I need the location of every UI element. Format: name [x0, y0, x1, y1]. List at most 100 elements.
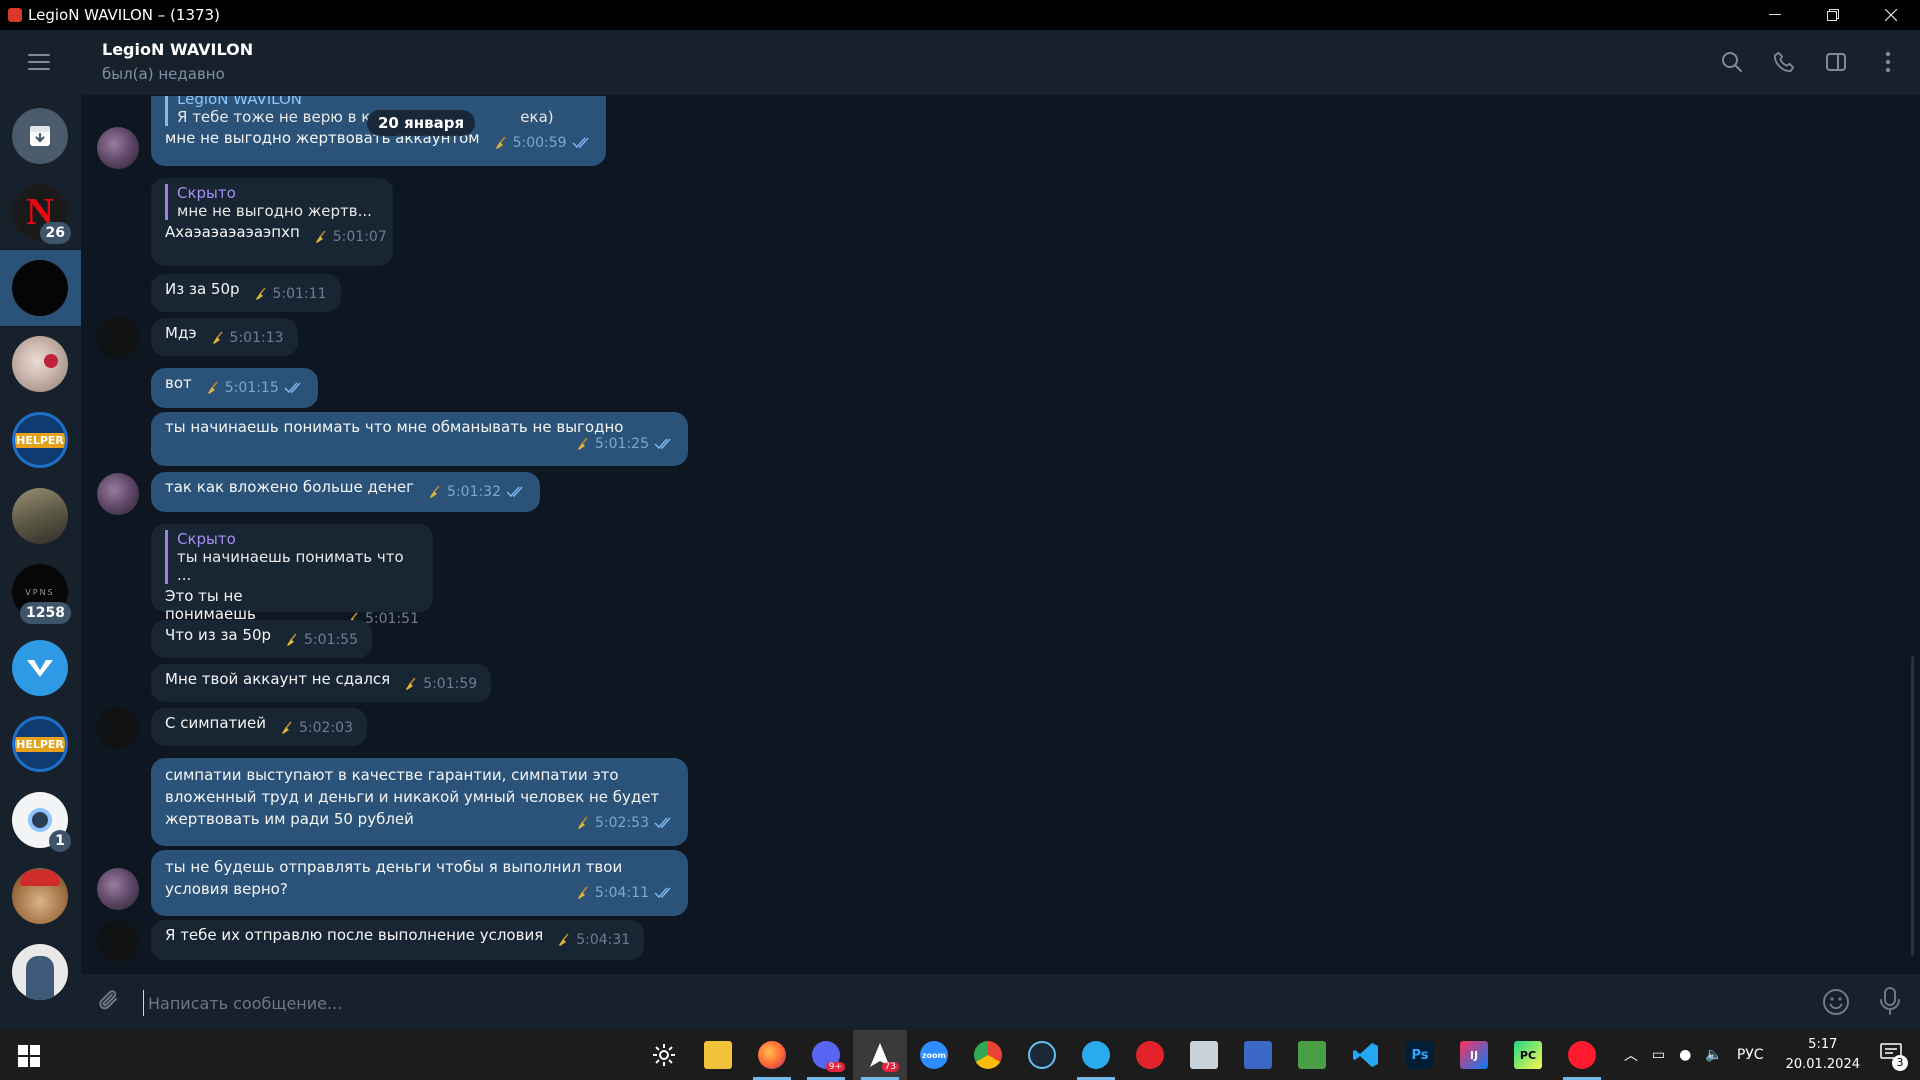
message-outgoing[interactable]: симпатии выступают в качестве гарантии, …	[151, 758, 688, 846]
taskbar-translate[interactable]	[1285, 1030, 1339, 1080]
emoji-button[interactable]	[1822, 988, 1850, 1020]
message-time: 5:01:25	[595, 436, 649, 452]
message-text: так как вложено больше денег	[165, 478, 415, 496]
chat-header: LegioN WAVILON был(а) недавно	[81, 30, 1920, 96]
chat-item-vpns[interactable]: VPNS 1258	[0, 554, 81, 630]
broom-emoji-icon	[578, 886, 588, 899]
message-incoming[interactable]: Что из за 50р 5:01:55	[151, 620, 372, 658]
message-incoming[interactable]: Скрыто мне не выгодно жертв... Ахаэаэаэа…	[151, 178, 393, 266]
broom-emoji-icon	[212, 331, 223, 344]
avatar[interactable]	[97, 473, 139, 515]
message-text: Это ты не понимаешь	[165, 587, 256, 623]
search-button[interactable]	[1718, 48, 1746, 76]
taskbar-vscode[interactable]	[1339, 1030, 1393, 1080]
message-incoming[interactable]: Мне твой аккаунт не сдался 5:01:59	[151, 664, 492, 702]
chrome-icon	[974, 1041, 1002, 1069]
avatar[interactable]	[97, 920, 139, 962]
system-tray: ︿ ▭ ● 🔈 РУС 5:17 20.01.2024 3	[1610, 1030, 1920, 1080]
message-text: ты начинаешь понимать что мне обманывать…	[165, 418, 624, 436]
chat-item-helper-2[interactable]: HELPER	[0, 706, 81, 782]
avatar[interactable]	[97, 127, 139, 169]
message-incoming[interactable]: С симпатией 5:02:03	[151, 708, 367, 746]
chat-item-cat[interactable]	[0, 326, 81, 402]
notification-center-button[interactable]: 3	[1880, 1043, 1908, 1071]
acrobat-icon	[1136, 1041, 1164, 1069]
unread-badge: 26	[39, 222, 71, 244]
taskbar-pycharm[interactable]: PC	[1501, 1030, 1555, 1080]
search-icon	[1722, 52, 1742, 72]
message-input[interactable]	[143, 990, 1643, 1016]
attach-button[interactable]	[97, 988, 123, 1018]
taskbar-explorer[interactable]	[691, 1030, 745, 1080]
chat-item-vk[interactable]	[0, 630, 81, 706]
minimize-button[interactable]	[1746, 0, 1804, 30]
chevron-up-icon[interactable]: ︿	[1624, 1045, 1638, 1065]
taskbar-network[interactable]	[1231, 1030, 1285, 1080]
message-incoming[interactable]: Мдэ 5:01:13	[151, 318, 298, 356]
clock-time: 5:17	[1808, 1037, 1838, 1052]
scrollbar[interactable]	[1911, 656, 1914, 956]
more-button[interactable]	[1874, 48, 1902, 76]
taskbar-opera[interactable]	[1555, 1030, 1609, 1080]
start-button[interactable]	[18, 1045, 40, 1071]
chat-item-helper[interactable]: HELPER	[0, 402, 81, 478]
chat-item-figure[interactable]	[0, 934, 81, 1010]
taskbar-chrome[interactable]	[961, 1030, 1015, 1080]
restore-button[interactable]	[1804, 0, 1862, 30]
chat-item-netflix[interactable]: N 26	[0, 174, 81, 250]
message-incoming[interactable]: Из за 50р 5:01:11	[151, 274, 341, 312]
taskbar-intellij[interactable]: IJ	[1447, 1030, 1501, 1080]
avatar[interactable]	[97, 868, 139, 910]
avatar	[12, 944, 68, 1000]
avatar[interactable]	[97, 317, 139, 359]
vk-logo-icon	[27, 660, 53, 677]
message-time: 5:01:15	[224, 380, 279, 396]
chat-item-bot[interactable]: 1	[0, 782, 81, 858]
taskbar-firefox[interactable]	[745, 1030, 799, 1080]
message-input-bar	[81, 974, 1920, 1030]
chat-item-archive[interactable]	[0, 98, 81, 174]
message-outgoing[interactable]: ты начинаешь понимать что мне обманывать…	[151, 412, 688, 466]
reply-quote[interactable]: Скрыто мне не выгодно жертв...	[165, 184, 379, 220]
sidebar-toggle-button[interactable]	[1822, 48, 1850, 76]
volume-icon[interactable]: 🔈	[1705, 1047, 1722, 1063]
avatar	[12, 868, 68, 924]
translate-icon	[1298, 1041, 1326, 1069]
close-window-button[interactable]	[1862, 0, 1920, 30]
taskbar-photoshop[interactable]: Ps	[1393, 1030, 1447, 1080]
call-button[interactable]	[1770, 48, 1798, 76]
clock[interactable]: 5:17 20.01.2024	[1786, 1035, 1860, 1075]
taskbar-monitor[interactable]	[1177, 1030, 1231, 1080]
message-incoming[interactable]: Скрыто ты начинаешь понимать что ... Это…	[151, 524, 433, 627]
double-check-icon	[654, 817, 671, 829]
network-status-icon[interactable]: ▭	[1652, 1047, 1665, 1063]
broom-emoji-icon	[255, 287, 266, 300]
message-outgoing[interactable]: ты не будешь отправлять деньги чтобы я в…	[151, 850, 688, 916]
chat-item-monkey[interactable]	[0, 858, 81, 934]
avatar	[12, 488, 68, 544]
hamburger-menu-icon[interactable]	[28, 54, 50, 75]
message-outgoing[interactable]: так как вложено больше денег 5:01:32	[151, 472, 541, 512]
voice-record-button[interactable]	[1878, 986, 1902, 1020]
microphone-tray-icon[interactable]: ●	[1679, 1047, 1691, 1063]
taskbar-zoom[interactable]: zoom	[907, 1030, 961, 1080]
message-incoming[interactable]: Я тебе их отправлю после выполнение усло…	[151, 920, 645, 960]
reply-quote[interactable]: Скрыто ты начинаешь понимать что ...	[165, 530, 419, 584]
avatar[interactable]	[97, 707, 139, 749]
windows-taskbar: 9+ 73 zoom Ps IJ PC ︿ ▭ ● 🔈 РУС 5:17 20.…	[0, 1030, 1920, 1080]
taskbar-discord[interactable]: 9+	[799, 1030, 853, 1080]
unread-badge: 1258	[20, 602, 71, 624]
taskbar-steam[interactable]	[1015, 1030, 1069, 1080]
chat-title[interactable]: LegioN WAVILON	[102, 40, 253, 59]
taskbar-nav-app[interactable]: 73	[853, 1030, 907, 1080]
taskbar-telegram[interactable]	[1069, 1030, 1123, 1080]
message-list[interactable]: LegioN WAVILON Я тебе тоже не верю в к ек…	[81, 96, 1920, 974]
language-indicator[interactable]: РУС	[1737, 1047, 1764, 1063]
chat-item-active[interactable]	[0, 250, 81, 326]
taskbar-settings[interactable]	[637, 1030, 691, 1080]
window-titlebar: LegioN WAVILON – (1373)	[0, 0, 1920, 30]
panel-icon	[1826, 53, 1846, 71]
message-outgoing[interactable]: вот 5:01:15	[151, 368, 318, 408]
chat-item-soldiers[interactable]	[0, 478, 81, 554]
taskbar-adobe[interactable]	[1123, 1030, 1177, 1080]
